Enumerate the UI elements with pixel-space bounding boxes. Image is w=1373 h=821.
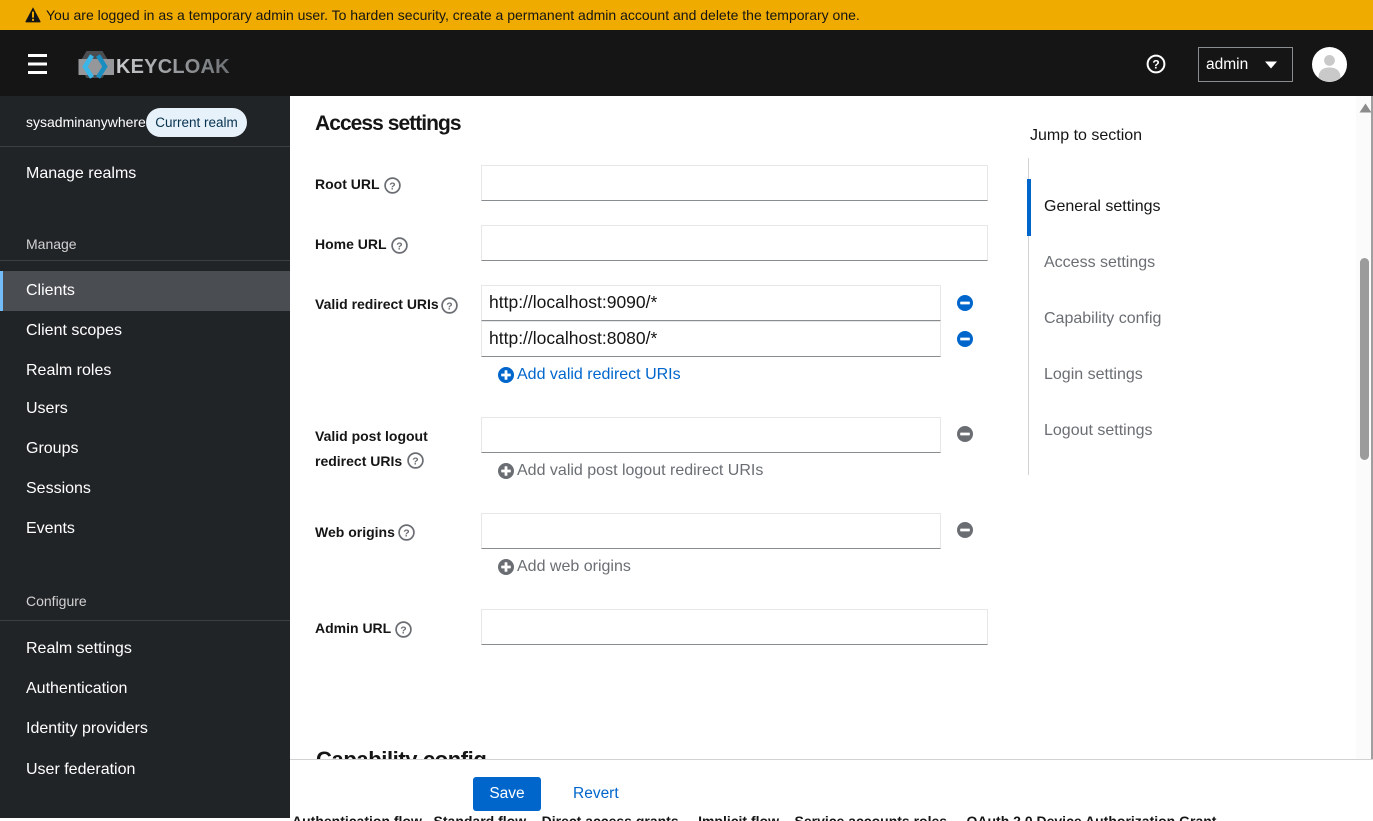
svg-text:?: ?	[403, 527, 409, 539]
svg-text:?: ?	[400, 624, 406, 636]
svg-text:?: ?	[446, 300, 452, 312]
svg-text:KEYCLOAK: KEYCLOAK	[116, 56, 230, 78]
svg-text:?: ?	[396, 240, 402, 252]
svg-text:?: ?	[1152, 57, 1159, 71]
svg-text:?: ?	[389, 180, 395, 192]
svg-text:?: ?	[412, 456, 418, 468]
